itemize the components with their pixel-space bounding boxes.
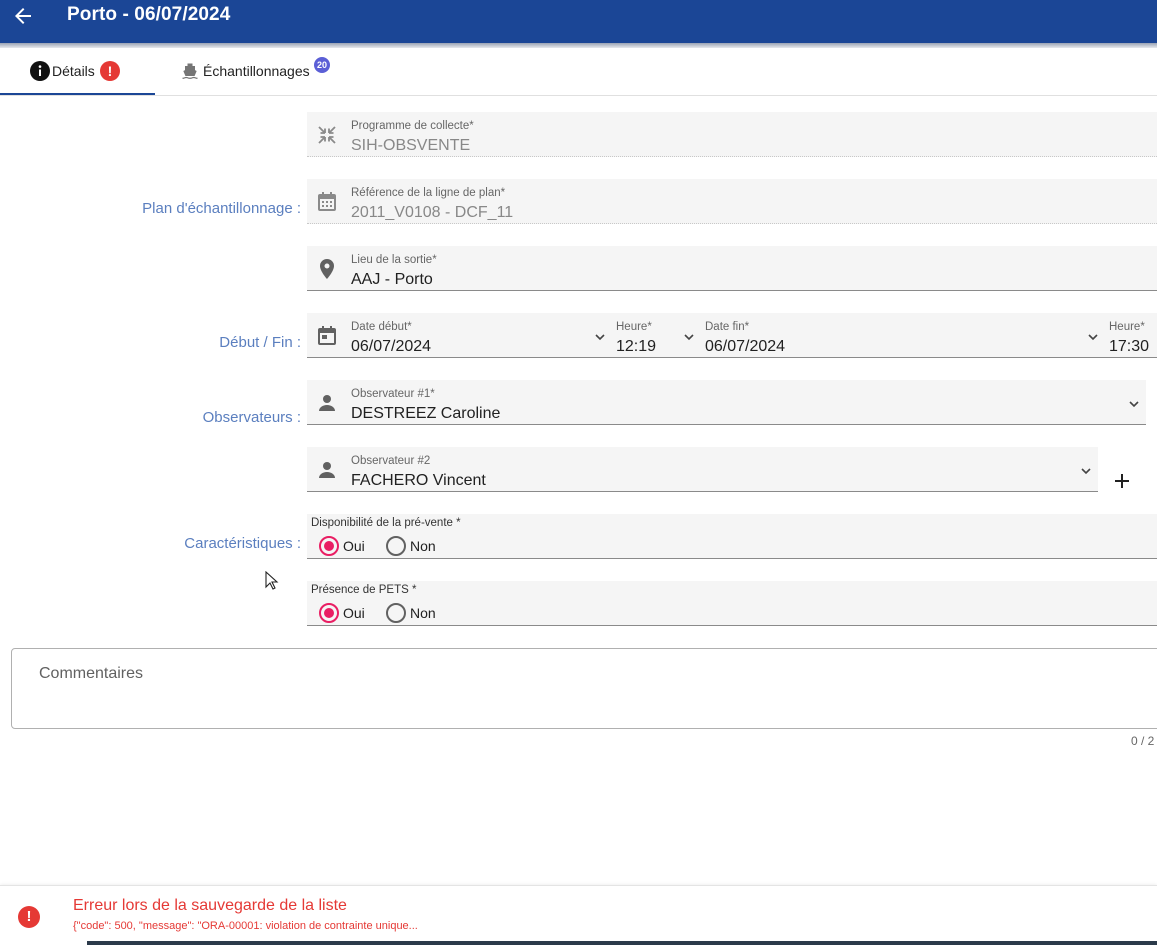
app-toolbar: Porto - 06/07/2024 (0, 0, 1157, 43)
person-icon (319, 462, 335, 478)
plan-ref-field: Référence de la ligne de plan* 2011_V010… (307, 179, 1157, 224)
pets-yes-radio[interactable]: Oui (319, 603, 369, 623)
observer1-label: Observateur #1* (351, 388, 435, 400)
page-title: Porto - 06/07/2024 (67, 4, 231, 25)
add-observer-button[interactable] (1110, 469, 1134, 493)
observer2-label: Observateur #2 (351, 455, 431, 467)
comments-counter: 0 / 2 (1131, 734, 1155, 748)
chevron-down-icon[interactable] (683, 332, 695, 342)
location-value: AAJ - Porto (351, 271, 433, 288)
pets-no-radio[interactable]: Non (386, 603, 442, 623)
radio-checked-icon (319, 536, 339, 556)
radio-unchecked-icon (386, 536, 406, 556)
observer1-value: DESTREEZ Caroline (351, 405, 501, 422)
radio-unchecked-icon (386, 603, 406, 623)
plus-icon (1115, 474, 1129, 488)
chevron-down-icon[interactable] (1087, 332, 1099, 342)
calendar-grid-icon (318, 192, 336, 211)
start-date-label: Date début* (351, 321, 412, 333)
end-date-label: Date fin* (705, 321, 750, 333)
tab-echantillonnages-label: Échantillonnages (203, 63, 310, 79)
info-icon (30, 61, 50, 81)
pets-yes-label: Oui (343, 605, 365, 621)
presale-label: Disponibilité de la pré-vente * (311, 517, 461, 529)
start-time-label: Heure* (616, 321, 652, 333)
chevron-down-icon[interactable] (1128, 399, 1140, 409)
label-observers: Observateurs : (202, 409, 301, 426)
presale-field: Disponibilité de la pré-vente * Oui Non (307, 514, 1157, 559)
label-plan: Plan d'échantillonnage : (142, 200, 301, 217)
compress-icon (318, 126, 336, 144)
end-time-label: Heure* (1109, 321, 1145, 333)
error-title: Erreur lors de la sauvegarde de la liste (73, 897, 347, 914)
tab-bar: Détails ! Échantillonnages 20 (0, 48, 1157, 96)
start-time-field[interactable]: Heure* 12:19 (614, 313, 701, 358)
label-characteristics: Caractéristiques : (184, 535, 301, 552)
chevron-down-icon[interactable] (594, 332, 606, 342)
calendar-icon (318, 326, 336, 345)
arrow-left-icon (15, 8, 31, 24)
person-icon (319, 395, 335, 411)
comments-textarea[interactable]: Commentaires (11, 648, 1157, 729)
observer1-field[interactable]: Observateur #1* DESTREEZ Caroline (307, 380, 1146, 425)
tab-details[interactable]: Détails ! (0, 48, 155, 95)
tab-echantillonnages[interactable]: Échantillonnages 20 (170, 48, 350, 95)
plan-ref-value: 2011_V0108 - DCF_11 (351, 204, 514, 221)
presale-yes-label: Oui (343, 538, 365, 554)
location-pin-icon (320, 259, 334, 279)
error-toast: ! Erreur lors de la sauvegarde de la lis… (0, 885, 1157, 945)
presale-yes-radio[interactable]: Oui (319, 536, 369, 556)
end-time-field[interactable]: Heure* 17:30 (1106, 313, 1157, 358)
pets-no-label: Non (410, 605, 436, 621)
pets-label: Présence de PETS * (311, 584, 417, 596)
location-label: Lieu de la sortie* (351, 254, 437, 266)
presale-no-radio[interactable]: Non (386, 536, 442, 556)
pets-field: Présence de PETS * Oui Non (307, 581, 1157, 626)
start-time-value: 12:19 (616, 338, 657, 355)
alert-icon: ! (100, 61, 120, 81)
start-date-value: 06/07/2024 (351, 338, 432, 355)
back-button[interactable] (10, 4, 36, 28)
observer2-value: FACHERO Vincent (351, 472, 486, 489)
start-date-field[interactable]: Date début* 06/07/2024 (307, 313, 614, 358)
error-message: {"code": 500, "message": "ORA-00001: vio… (73, 920, 418, 932)
error-icon: ! (18, 906, 40, 928)
program-field: Programme de collecte* SIH-OBSVENTE (307, 112, 1157, 157)
bottom-strip (87, 941, 1157, 945)
program-label: Programme de collecte* (351, 120, 474, 132)
comments-placeholder: Commentaires (39, 665, 144, 682)
end-date-value: 06/07/2024 (705, 338, 786, 355)
end-time-value: 17:30 (1109, 338, 1150, 355)
presale-no-label: Non (410, 538, 436, 554)
observer2-field[interactable]: Observateur #2 FACHERO Vincent (307, 447, 1098, 492)
radio-checked-icon (319, 603, 339, 623)
tab-details-label: Détails (52, 63, 95, 79)
end-date-field[interactable]: Date fin* 06/07/2024 (701, 313, 1106, 358)
plan-ref-label: Référence de la ligne de plan* (351, 187, 506, 199)
label-dates: Début / Fin : (219, 334, 301, 351)
mouse-cursor-icon (265, 571, 279, 590)
count-badge: 20 (314, 57, 330, 73)
program-value: SIH-OBSVENTE (351, 137, 471, 154)
boat-icon (182, 63, 198, 79)
location-field[interactable]: Lieu de la sortie* AAJ - Porto (307, 246, 1157, 291)
chevron-down-icon[interactable] (1080, 466, 1092, 476)
